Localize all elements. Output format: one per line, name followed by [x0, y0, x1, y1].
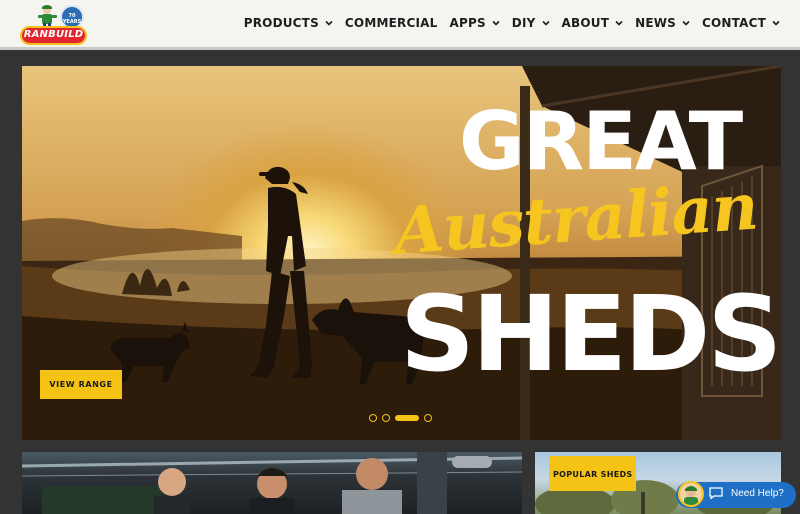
mascot-icon	[38, 5, 57, 28]
chevron-down-icon	[325, 20, 333, 26]
hero-title-great: GREAT	[459, 95, 743, 188]
carousel-dot-3[interactable]	[395, 415, 419, 421]
nav-item-contact[interactable]: CONTACT	[702, 16, 780, 30]
logo-wordmark: RANBUILD	[20, 26, 87, 45]
carousel-dot-2[interactable]	[382, 414, 390, 422]
main-nav: PRODUCTS COMMERCIAL APPS DIY ABOUT NEWS …	[232, 16, 780, 30]
agent-avatar-icon	[684, 486, 698, 505]
nav-item-apps[interactable]: APPS	[449, 16, 500, 30]
carousel-pagination	[369, 414, 437, 422]
carousel-dot-1[interactable]	[369, 414, 377, 422]
help-agent-avatar	[678, 481, 704, 507]
site-header: 70 YEARS RANBUILD PRODUCTS COMMERCIAL AP…	[0, 0, 800, 50]
hero-title-sheds: SHEDS	[400, 273, 781, 395]
chevron-down-icon	[492, 20, 500, 26]
carousel-dot-4[interactable]	[424, 414, 432, 422]
hero-banner: GREAT Australian SHEDS VIEW RANGE	[22, 66, 781, 440]
popular-sheds-tag: POPULAR SHEDS	[549, 456, 637, 491]
view-range-button[interactable]: VIEW RANGE	[40, 370, 122, 399]
nav-item-news[interactable]: NEWS	[635, 16, 690, 30]
chevron-down-icon	[541, 20, 550, 26]
ranbuild-logo[interactable]: 70 YEARS RANBUILD	[18, 3, 88, 45]
team-photo	[22, 452, 522, 514]
nav-item-products[interactable]: PRODUCTS	[244, 16, 333, 30]
nav-item-about[interactable]: ABOUT	[562, 16, 624, 30]
need-help-label: Need Help?	[731, 488, 784, 499]
chevron-down-icon	[615, 20, 623, 26]
nav-item-commercial[interactable]: COMMERCIAL	[345, 16, 438, 30]
team-photo-card[interactable]	[22, 452, 522, 514]
nav-item-diy[interactable]: DIY	[512, 16, 550, 30]
chat-bubble-icon	[709, 487, 723, 499]
chevron-down-icon	[682, 20, 690, 26]
chevron-down-icon	[772, 20, 780, 26]
